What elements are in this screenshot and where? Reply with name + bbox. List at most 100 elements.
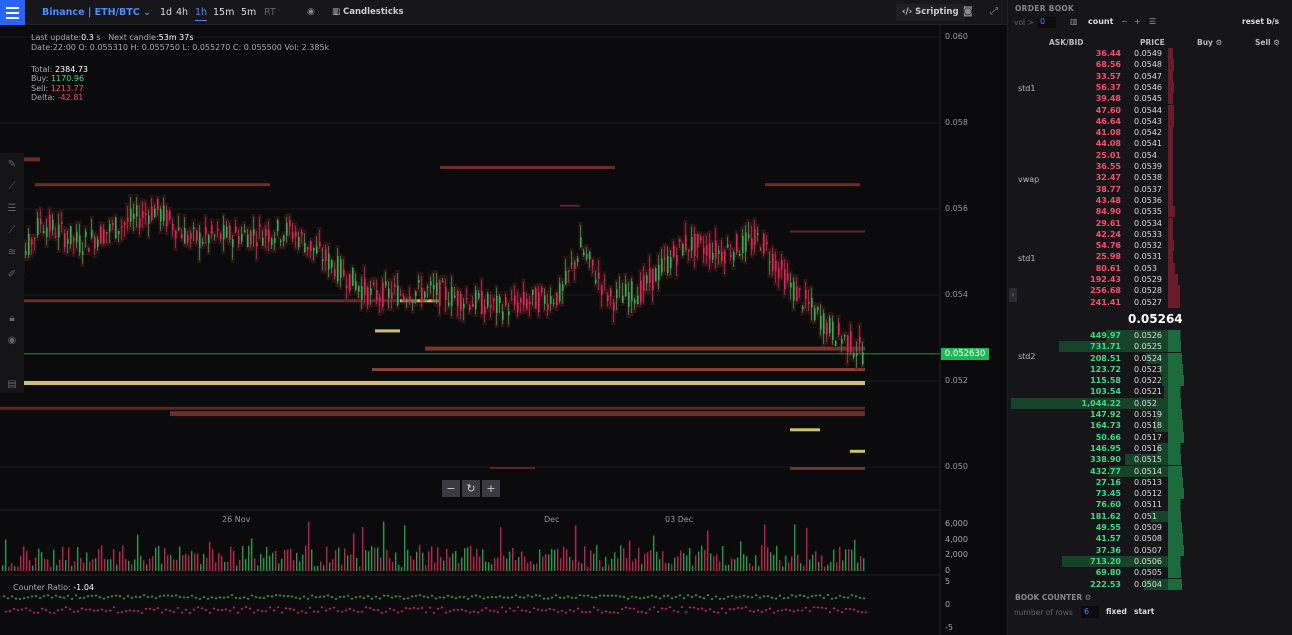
ask-row[interactable]: 25.98 0.0531 xyxy=(1008,251,1292,263)
bid-row[interactable]: 73.45 0.0512 xyxy=(1008,488,1292,500)
bid-row[interactable]: 1,044.22 0.052 xyxy=(1008,397,1292,409)
buy-header[interactable]: Buy ⚙ xyxy=(1197,38,1222,47)
timeframe-rt[interactable]: RT xyxy=(264,7,276,18)
timeframe-4h[interactable]: 4h xyxy=(176,7,188,18)
fixed-button[interactable]: fixed xyxy=(1106,607,1127,616)
bid-row[interactable]: 208.51 0.0524 xyxy=(1008,352,1292,364)
ask-row[interactable]: 29.61 0.0534 xyxy=(1008,217,1292,229)
bid-row[interactable]: 103.54 0.0521 xyxy=(1008,386,1292,398)
ask-row[interactable]: 241.41 0.0527 xyxy=(1008,296,1292,308)
start-button[interactable]: start xyxy=(1134,607,1154,616)
candle-body xyxy=(574,261,576,270)
bid-row[interactable]: 37.36 0.0507 xyxy=(1008,544,1292,556)
bid-row[interactable]: 41.57 0.0508 xyxy=(1008,533,1292,545)
bid-row[interactable]: 432.77 0.0514 xyxy=(1008,465,1292,477)
volume-bar xyxy=(656,551,658,571)
trendline-icon[interactable]: ⟋ xyxy=(6,181,18,193)
reset-button[interactable]: reset b/s xyxy=(1242,17,1279,26)
candle-body xyxy=(835,340,837,346)
ask-row[interactable]: 39.48 0.0545 xyxy=(1008,93,1292,105)
ask-row[interactable]: 47.60 0.0544 xyxy=(1008,104,1292,116)
bid-row[interactable]: 50.66 0.0517 xyxy=(1008,431,1292,443)
bid-row[interactable]: 164.73 0.0518 xyxy=(1008,420,1292,432)
reset-zoom-button[interactable]: ↻ xyxy=(462,480,480,497)
bid-row[interactable]: 69.80 0.0505 xyxy=(1008,567,1292,579)
ask-row[interactable]: 192.43 0.0529 xyxy=(1008,274,1292,286)
ask-row[interactable]: 43.48 0.0536 xyxy=(1008,194,1292,207)
pair-selector[interactable]: Binance | ETH/BTC ⌄ xyxy=(42,7,151,18)
bid-row[interactable]: 76.60 0.0511 xyxy=(1008,499,1292,511)
ask-row[interactable]: 38.77 0.0537 xyxy=(1008,183,1292,195)
minus-icon[interactable]: − xyxy=(1121,17,1128,26)
timeframe-1d[interactable]: 1d xyxy=(160,7,172,18)
horizontal-lines-icon[interactable]: ☰ xyxy=(6,203,18,215)
count-toggle[interactable]: count xyxy=(1088,17,1113,26)
bid-row[interactable]: 338.90 0.0515 xyxy=(1008,454,1292,466)
ask-row[interactable]: 56.37 0.0546 xyxy=(1008,81,1292,94)
panel-resize-handle[interactable]: › xyxy=(1009,288,1017,302)
ask-price: 0.0529 xyxy=(1134,275,1162,284)
eye-icon[interactable]: ◉ xyxy=(6,335,18,347)
timeframe-1h[interactable]: 1h xyxy=(195,7,208,21)
ask-row[interactable]: 41.08 0.0542 xyxy=(1008,127,1292,139)
bid-row[interactable]: 222.53 0.0504 xyxy=(1008,578,1292,590)
plus-icon[interactable]: + xyxy=(1134,17,1141,26)
timeframe-5m[interactable]: 5m xyxy=(241,7,256,18)
brush-icon[interactable]: ✐ xyxy=(6,269,18,281)
counter-dot-sell xyxy=(273,609,275,612)
bid-row[interactable]: 123.72 0.0523 xyxy=(1008,363,1292,376)
bid-row[interactable]: 731.71 0.0525 xyxy=(1008,341,1292,353)
bid-row[interactable]: 713.20 0.0506 xyxy=(1008,555,1292,568)
timeframe-15m[interactable]: 15m xyxy=(213,7,234,18)
bid-row[interactable]: 49.55 0.0509 xyxy=(1008,522,1292,534)
fib-icon[interactable]: ≋ xyxy=(6,247,18,259)
vol-filter-input[interactable]: 0 xyxy=(1038,17,1056,28)
sell-header[interactable]: Sell ⚙ xyxy=(1255,38,1280,47)
chart-icon[interactable]: ▥ xyxy=(1070,17,1078,26)
eye-icon[interactable]: ◉ xyxy=(307,7,315,17)
camera-icon[interactable]: ◙ xyxy=(963,6,973,17)
ask-row[interactable]: 36.44 0.0549 xyxy=(1008,48,1292,60)
bid-row[interactable]: 115.58 0.0522 xyxy=(1008,375,1292,387)
ask-row[interactable]: 42.24 0.0533 xyxy=(1008,228,1292,241)
ask-row[interactable]: 84.90 0.0535 xyxy=(1008,206,1292,218)
ask-row[interactable]: 46.64 0.0543 xyxy=(1008,115,1292,128)
bid-row[interactable]: 147.92 0.0519 xyxy=(1008,409,1292,421)
rows-input[interactable]: 6 xyxy=(1081,606,1099,618)
volume-bar xyxy=(230,546,232,571)
price-chart[interactable] xyxy=(0,25,1007,635)
candle-body xyxy=(388,288,390,298)
ask-row[interactable]: 256.68 0.0528 xyxy=(1008,285,1292,297)
ask-row[interactable]: 36.55 0.0539 xyxy=(1008,161,1292,173)
bid-row[interactable]: 181.62 0.051 xyxy=(1008,510,1292,522)
menu-button[interactable] xyxy=(0,0,25,25)
scripting-button[interactable]: ‹/› Scripting xyxy=(896,4,965,21)
list-icon[interactable]: ☰ xyxy=(1149,17,1156,26)
chart-area[interactable]: Last update:0.3 s Next candle:53m 37s Da… xyxy=(0,25,1007,635)
lock-icon[interactable]: 🔒︎ xyxy=(6,313,18,325)
volume-bar xyxy=(32,565,34,571)
ask-row[interactable]: 54.76 0.0532 xyxy=(1008,240,1292,252)
ask-row[interactable]: 44.08 0.0541 xyxy=(1008,138,1292,150)
bid-price: 0.051 xyxy=(1134,511,1157,521)
bid-row[interactable]: 449.97 0.0526 xyxy=(1008,329,1292,342)
zoom-in-button[interactable]: + xyxy=(482,480,500,497)
ask-row[interactable]: 68.56 0.0548 xyxy=(1008,59,1292,71)
trash-icon[interactable]: ▤ xyxy=(6,379,18,391)
ask-row[interactable]: 80.61 0.053 xyxy=(1008,262,1292,274)
fullscreen-icon[interactable]: ⤢ xyxy=(990,6,998,17)
ray-icon[interactable]: ⟋ xyxy=(6,225,18,237)
candle-body xyxy=(238,235,240,244)
zoom-out-button[interactable]: − xyxy=(442,480,460,497)
candle-body xyxy=(622,295,624,303)
pencil-icon[interactable]: ✎ xyxy=(6,159,18,171)
chart-type-button[interactable]: ▥ Candlesticks xyxy=(332,7,404,17)
counter-dot-buy xyxy=(699,595,701,598)
bid-row[interactable]: 27.16 0.0513 xyxy=(1008,476,1292,489)
bid-row[interactable]: 146.95 0.0516 xyxy=(1008,442,1292,455)
candle-body xyxy=(775,260,777,271)
ask-row[interactable]: 33.57 0.0547 xyxy=(1008,70,1292,82)
ask-row[interactable]: 32.47 0.0538 xyxy=(1008,172,1292,184)
ask-row[interactable]: 25.01 0.054 xyxy=(1008,149,1292,161)
candle-body xyxy=(154,208,156,218)
